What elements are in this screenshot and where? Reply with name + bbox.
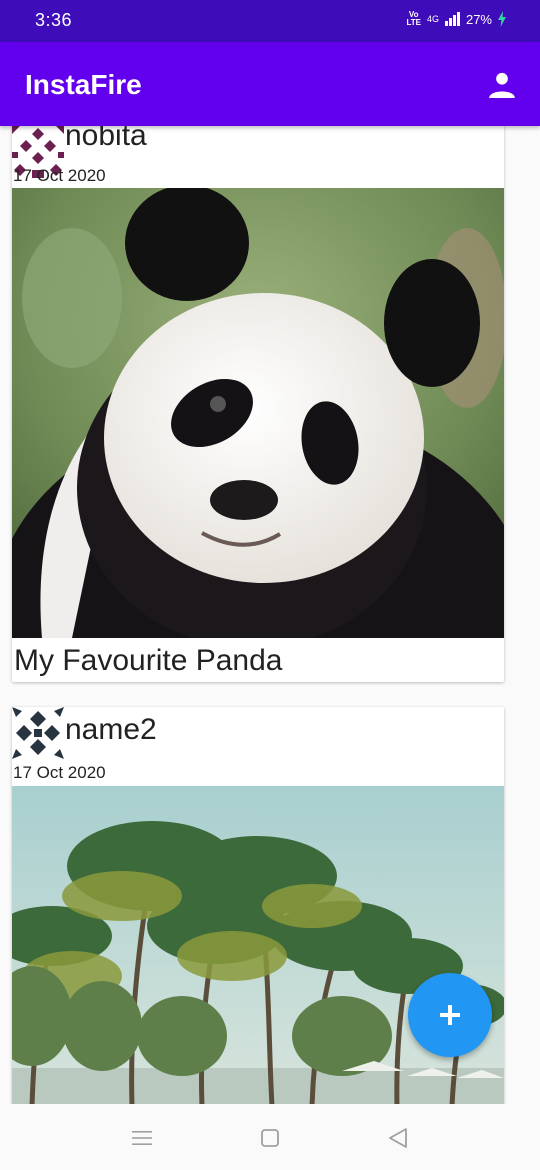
post-image[interactable]	[12, 786, 504, 1104]
status-icons: Vo LTE 4G 27%	[406, 11, 506, 27]
post-caption: My Favourite Panda	[14, 644, 283, 677]
add-post-button[interactable]	[408, 973, 492, 1057]
person-icon[interactable]	[488, 70, 516, 98]
post-date: 17 Oct 2020	[13, 763, 106, 782]
system-nav-bar	[0, 1104, 540, 1170]
battery-level: 27%	[465, 11, 492, 27]
app-bar: InstaFire	[0, 42, 540, 126]
avatar	[12, 707, 64, 759]
volte-indicator: Vo LTE	[406, 10, 421, 27]
app-title: InstaFire	[25, 69, 142, 100]
signal-icon	[444, 12, 460, 26]
post-username: name2	[65, 713, 157, 746]
back-triangle-icon[interactable]	[386, 1126, 410, 1150]
charging-icon	[498, 11, 506, 27]
status-time: 3:36	[35, 10, 73, 30]
status-bar: 3:36 Vo LTE 4G 27%	[0, 0, 540, 42]
home-square-icon[interactable]	[258, 1126, 282, 1150]
menu-icon[interactable]	[130, 1126, 154, 1150]
post-username: nobita	[65, 126, 147, 152]
network-type: 4G	[426, 14, 439, 24]
plus-icon	[440, 1005, 460, 1025]
post-image[interactable]	[12, 188, 504, 638]
post-card[interactable]: nobita 17 Oct 2020 My Favourite Panda	[12, 126, 504, 682]
post-date: 17 Oct 2020	[13, 166, 106, 185]
post-feed[interactable]: nobita 17 Oct 2020 My Favourite Panda na…	[0, 126, 540, 1104]
